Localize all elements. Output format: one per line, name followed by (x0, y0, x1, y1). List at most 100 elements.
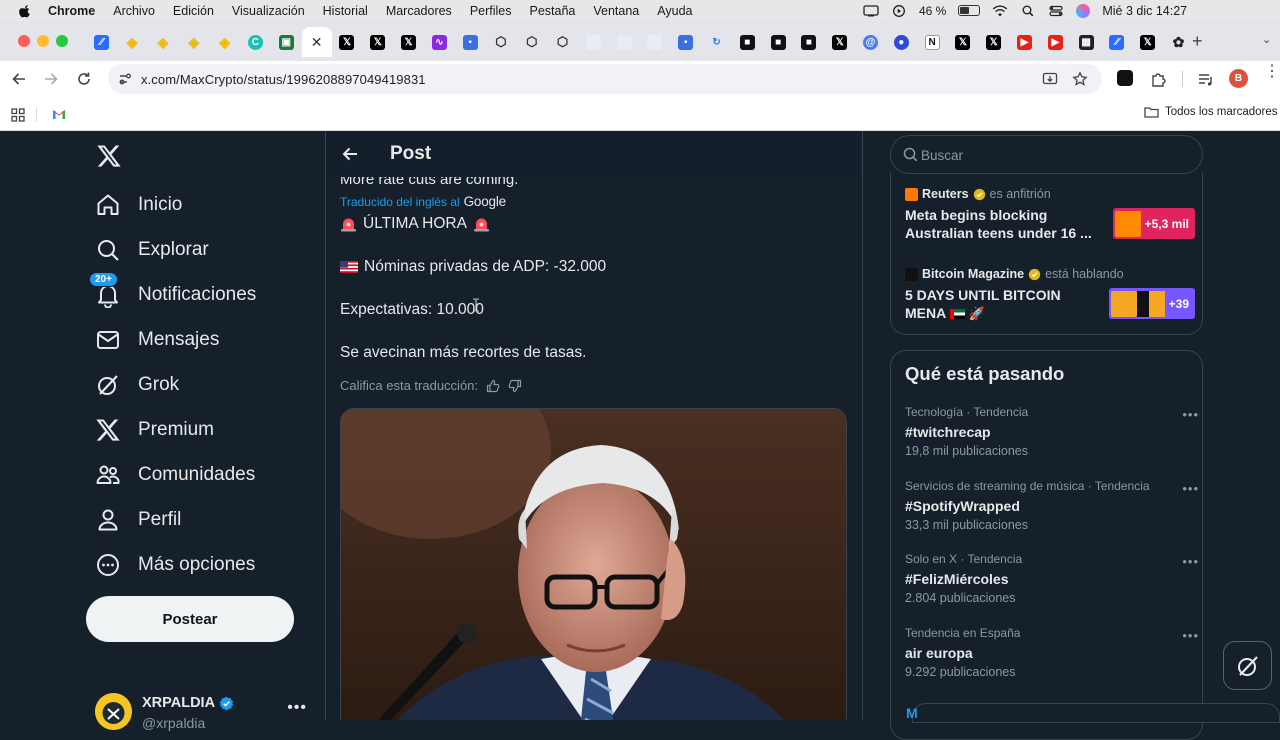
tab[interactable]: ⁄⁄ (86, 27, 117, 57)
messages-drawer[interactable]: M (906, 703, 1280, 723)
tab[interactable]: ▣ (271, 27, 302, 57)
extensions-puzzle-icon[interactable] (1150, 70, 1168, 88)
tab[interactable]: ◈ (209, 27, 240, 57)
screen-mirror-icon[interactable] (863, 4, 879, 17)
tab[interactable]: ∿ (424, 27, 455, 57)
tab[interactable]: @ (855, 27, 886, 57)
trend-item[interactable]: Tendencia en España air europa 9.292 pub… (905, 626, 1198, 679)
tab[interactable]: 𝕏 (1132, 27, 1163, 57)
tab[interactable] (640, 27, 671, 57)
tab[interactable]: N (917, 27, 948, 57)
more-horizontal-icon[interactable]: ••• (1182, 628, 1199, 643)
more-horizontal-icon[interactable]: ••• (1182, 554, 1199, 569)
nav-profile[interactable]: Perfil (95, 502, 181, 538)
spotlight-search-icon[interactable] (1020, 5, 1036, 17)
bookmark-star-icon[interactable] (1072, 71, 1088, 87)
x-logo-icon[interactable] (96, 143, 122, 169)
nav-home[interactable]: Inicio (95, 187, 182, 223)
browser-profile-avatar[interactable]: B (1229, 69, 1248, 88)
tab[interactable]: 𝕏 (978, 27, 1009, 57)
tab[interactable]: ⬡ (547, 27, 578, 57)
tab[interactable]: C (240, 27, 271, 57)
grok-floating-button[interactable] (1223, 641, 1272, 690)
tab[interactable]: ● (886, 27, 917, 57)
menu-pestana[interactable]: Pestaña (530, 4, 576, 18)
battery-icon[interactable] (958, 5, 981, 16)
siri-icon[interactable] (1076, 3, 1091, 18)
post-image[interactable] (340, 408, 847, 720)
more-horizontal-icon[interactable]: ••• (1182, 481, 1199, 496)
tab[interactable]: 𝕏 (362, 27, 393, 57)
more-horizontal-icon[interactable]: ••• (287, 699, 307, 717)
tab[interactable]: 𝕏 (393, 27, 424, 57)
site-info-icon[interactable] (118, 72, 132, 86)
menu-perfiles[interactable]: Perfiles (470, 4, 512, 18)
tab-active[interactable]: ✕ (301, 27, 332, 57)
window-minimize-button[interactable] (37, 35, 49, 47)
tab[interactable]: ✿ (1163, 27, 1194, 57)
space-listeners-pill[interactable]: +39 (1108, 288, 1195, 319)
tab[interactable]: ▶ (1009, 27, 1040, 57)
space-listeners-pill[interactable]: +5,3 mil (1112, 208, 1195, 239)
window-close-button[interactable] (18, 35, 30, 47)
install-app-icon[interactable] (1042, 71, 1058, 87)
gmail-icon[interactable] (52, 108, 66, 120)
tab[interactable]: ◈ (148, 27, 179, 57)
apple-icon[interactable] (18, 4, 32, 18)
tab[interactable]: ■ (794, 27, 825, 57)
extension-icon[interactable] (1117, 70, 1135, 88)
tab[interactable]: ▦ (1071, 27, 1102, 57)
trend-item[interactable]: Servicios de streaming de música · Tende… (905, 479, 1198, 532)
tab[interactable]: ◈ (178, 27, 209, 57)
tab[interactable]: ▪ (670, 27, 701, 57)
reload-icon[interactable] (75, 70, 93, 88)
tab[interactable]: 𝕏 (824, 27, 855, 57)
space-item[interactable]: Bitcoin Magazine está hablando 5 DAYS UN… (905, 266, 1195, 323)
wifi-icon[interactable] (992, 4, 1008, 17)
tab[interactable]: ■ (763, 27, 794, 57)
tab[interactable]: ↻ (701, 27, 732, 57)
nav-grok[interactable]: Grok (95, 367, 179, 403)
all-bookmarks-folder[interactable]: Todos los marcadores (1144, 106, 1278, 118)
trend-item[interactable]: Solo en X · Tendencia #FelizMiércoles 2.… (905, 552, 1198, 605)
menu-visualizacion[interactable]: Visualización (232, 4, 305, 18)
nav-communities[interactable]: Comunidades (95, 457, 255, 493)
tab[interactable]: ■ (732, 27, 763, 57)
menu-historial[interactable]: Historial (323, 4, 368, 18)
post-button[interactable]: Postear (86, 596, 294, 642)
account-switcher[interactable]: XRPALDIA @xrpaldia ••• (95, 691, 315, 731)
thumbs-up-icon[interactable] (486, 379, 500, 393)
close-tab-icon[interactable]: ✕ (311, 34, 323, 51)
tab[interactable]: ▪ (455, 27, 486, 57)
tab[interactable]: ◈ (117, 27, 148, 57)
menu-marcadores[interactable]: Marcadores (386, 4, 452, 18)
tab-search-chevron-icon[interactable]: ⌄ (1262, 33, 1274, 46)
menu-edicion[interactable]: Edición (173, 4, 214, 18)
new-tab-button[interactable]: + (1192, 31, 1203, 52)
tab[interactable]: ⬡ (516, 27, 547, 57)
menubar-datetime[interactable]: Mié 3 dic 14:27 (1102, 4, 1187, 18)
nav-notifications[interactable]: 20+ Notificaciones (89, 272, 256, 313)
window-zoom-button[interactable] (56, 35, 68, 47)
space-item[interactable]: Reuters es anfitrión Meta begins blockin… (905, 186, 1195, 242)
more-horizontal-icon[interactable]: ••• (1182, 407, 1199, 422)
nav-explore[interactable]: Explorar (95, 232, 209, 268)
tab[interactable] (578, 27, 609, 57)
tab[interactable] (609, 27, 640, 57)
play-icon[interactable] (891, 4, 907, 17)
tab[interactable]: ⬡ (486, 27, 517, 57)
tab[interactable]: ⁄⁄ (1102, 27, 1133, 57)
trend-item[interactable]: Tecnología · Tendencia #twitchrecap 19,8… (905, 405, 1198, 458)
thumbs-down-icon[interactable] (508, 379, 522, 393)
back-arrow-icon[interactable] (341, 145, 359, 163)
url-text[interactable]: x.com/MaxCrypto/status/19962088970494198… (141, 72, 426, 87)
forward-arrow-icon[interactable] (42, 70, 60, 88)
control-center-icon[interactable] (1048, 5, 1064, 17)
nav-messages[interactable]: Mensajes (95, 322, 219, 358)
apps-grid-icon[interactable] (11, 108, 25, 122)
address-bar[interactable]: x.com/MaxCrypto/status/19962088970494198… (108, 64, 1102, 94)
menu-app-name[interactable]: Chrome (48, 4, 95, 18)
browser-menu-icon[interactable]: ⋮ (1264, 64, 1280, 80)
nav-premium[interactable]: Premium (95, 412, 214, 448)
media-controls-icon[interactable] (1197, 70, 1215, 88)
